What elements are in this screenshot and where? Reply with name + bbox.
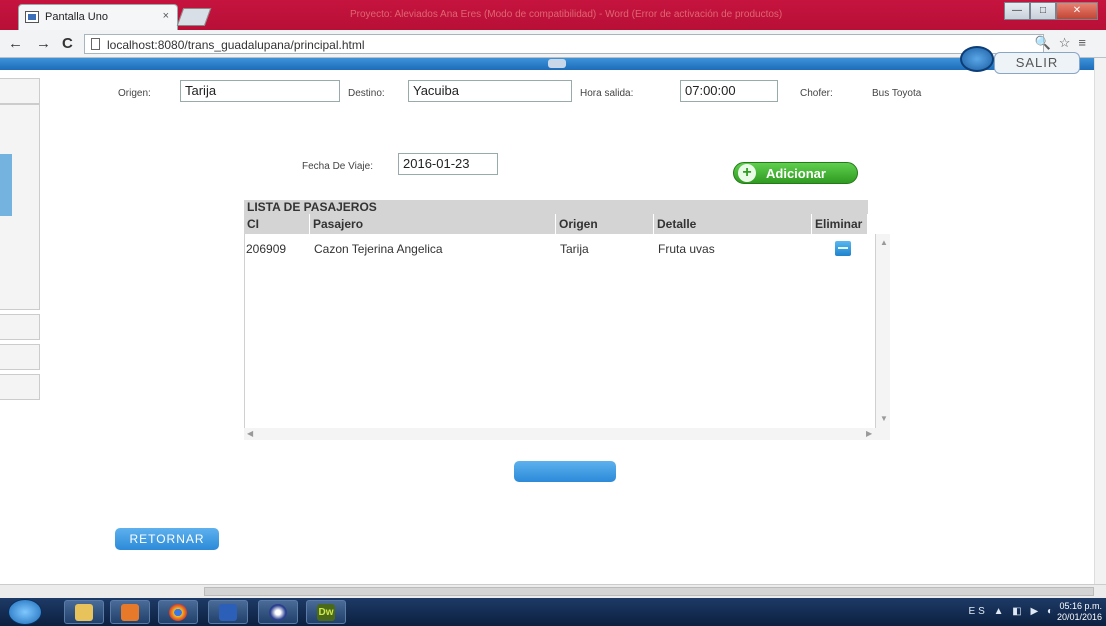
delete-icon[interactable] xyxy=(835,241,851,256)
column-header-pasajero: Pasajero xyxy=(310,214,556,234)
url-input[interactable]: localhost:8080/trans_guadalupana/princip… xyxy=(84,34,1044,54)
page-vertical-scrollbar[interactable] xyxy=(1094,58,1106,584)
page-scroll-thumb[interactable] xyxy=(204,587,1094,596)
user-orb-icon xyxy=(960,46,994,72)
url-text: localhost:8080/trans_guadalupana/princip… xyxy=(107,38,365,52)
scroll-right-icon[interactable]: ▶ xyxy=(866,429,872,438)
destino-field[interactable]: Yacuiba xyxy=(408,80,572,102)
window-title: Proyecto: Aleviados Ana Eres (Modo de co… xyxy=(350,9,783,20)
salir-button[interactable]: SALIR xyxy=(994,52,1080,74)
taskbar-clock[interactable]: 05:16 p.m. 20/01/2016 xyxy=(1057,601,1102,623)
new-tab-button[interactable] xyxy=(176,8,212,26)
taskbar-media-player[interactable] xyxy=(110,600,150,624)
page-icon xyxy=(91,38,100,50)
cell-origen: Tarija xyxy=(560,242,589,256)
dreamweaver-icon: Dw xyxy=(317,604,335,621)
media-player-icon xyxy=(121,604,139,621)
column-header-ci: CI xyxy=(244,214,310,234)
page-favicon-icon xyxy=(25,11,39,23)
adicionar-button[interactable]: + Adicionar xyxy=(733,162,858,184)
word-icon xyxy=(219,604,237,621)
clock-date: 20/01/2016 xyxy=(1056,612,1102,622)
passenger-list xyxy=(244,234,876,430)
window-controls: — □ ✕ xyxy=(1004,2,1098,20)
forward-button[interactable]: → xyxy=(36,35,51,52)
reload-button[interactable]: C xyxy=(62,35,73,52)
browser-titlebar: Pantalla Uno × Proyecto: Aleviados Ana E… xyxy=(0,0,1106,30)
save-button[interactable] xyxy=(514,461,616,482)
page-header-band xyxy=(0,58,1106,70)
chofer-value: Bus Toyota xyxy=(872,88,922,99)
left-panel-item[interactable] xyxy=(0,374,40,400)
bookmark-star-icon[interactable]: 🔍☆≡ xyxy=(1035,35,1094,51)
cell-ci: 206909 xyxy=(246,242,287,256)
fecha-viaje-label: Fecha De Viaje: xyxy=(302,161,373,172)
tab-close-icon[interactable]: × xyxy=(163,10,169,22)
taskbar-eclipse[interactable] xyxy=(258,600,298,624)
plus-icon: + xyxy=(738,164,756,182)
column-header-detalle: Detalle xyxy=(654,214,812,234)
destino-label: Destino: xyxy=(348,88,385,99)
cell-pasajero: Cazon Tejerina Angelica xyxy=(314,242,443,256)
minimize-button[interactable]: — xyxy=(1004,2,1030,20)
table-row[interactable]: 206909 Cazon Tejerina Angelica Tarija Fr… xyxy=(244,238,876,260)
hora-salida-field[interactable]: 07:00:00 xyxy=(680,80,778,102)
origen-label: Origen: xyxy=(118,88,151,99)
column-header-origen: Origen xyxy=(556,214,654,234)
cell-detalle: Fruta uvas xyxy=(658,242,715,256)
adicionar-label: Adicionar xyxy=(766,166,826,181)
column-header-eliminar: Eliminar xyxy=(812,214,868,234)
folder-icon xyxy=(75,604,93,621)
chofer-label: Chofer: xyxy=(800,88,833,99)
left-panel-item[interactable] xyxy=(0,344,40,370)
browser-tab[interactable]: Pantalla Uno × xyxy=(18,4,178,30)
left-panel-tab[interactable] xyxy=(0,78,40,104)
tab-title: Pantalla Uno xyxy=(45,11,108,23)
page-horizontal-scrollbar[interactable] xyxy=(0,584,1106,598)
left-panel-item[interactable] xyxy=(0,314,40,340)
clock-time: 05:16 p.m. xyxy=(1059,601,1102,611)
scroll-up-icon[interactable]: ▲ xyxy=(880,238,888,247)
close-window-button[interactable]: ✕ xyxy=(1056,2,1098,20)
back-button[interactable]: ← xyxy=(8,35,23,52)
fecha-viaje-field[interactable]: 2016-01-23 xyxy=(398,153,498,175)
start-button[interactable] xyxy=(8,599,42,625)
eclipse-icon xyxy=(269,604,287,621)
scroll-left-icon[interactable]: ◀ xyxy=(247,429,253,438)
taskbar-dreamweaver[interactable]: Dw xyxy=(306,600,346,624)
taskbar-chrome[interactable] xyxy=(158,600,198,624)
address-bar: ← → C localhost:8080/trans_guadalupana/p… xyxy=(0,30,1106,58)
taskbar-word[interactable] xyxy=(208,600,248,624)
list-vertical-scrollbar[interactable]: ▲ ▼ xyxy=(876,234,890,430)
windows-taskbar: Dw ES ▲ ◧ ▶ ◐ 05:16 p.m. 20/01/2016 xyxy=(0,598,1106,626)
hora-salida-label: Hora salida: xyxy=(580,88,634,99)
list-title: LISTA DE PASAJEROS xyxy=(244,200,868,214)
taskbar-explorer[interactable] xyxy=(64,600,104,624)
retornar-button[interactable]: RETORNAR xyxy=(115,528,219,550)
list-horizontal-scrollbar[interactable]: ◀ ▶ xyxy=(244,428,890,440)
maximize-button[interactable]: □ xyxy=(1030,2,1056,20)
header-logo-icon xyxy=(548,59,566,68)
chrome-icon xyxy=(169,604,187,621)
left-panel-accent xyxy=(0,154,12,216)
system-tray[interactable]: ES ▲ ◧ ▶ ◐ xyxy=(968,606,1056,617)
scroll-down-icon[interactable]: ▼ xyxy=(880,414,888,423)
origen-field[interactable]: Tarija xyxy=(180,80,340,102)
